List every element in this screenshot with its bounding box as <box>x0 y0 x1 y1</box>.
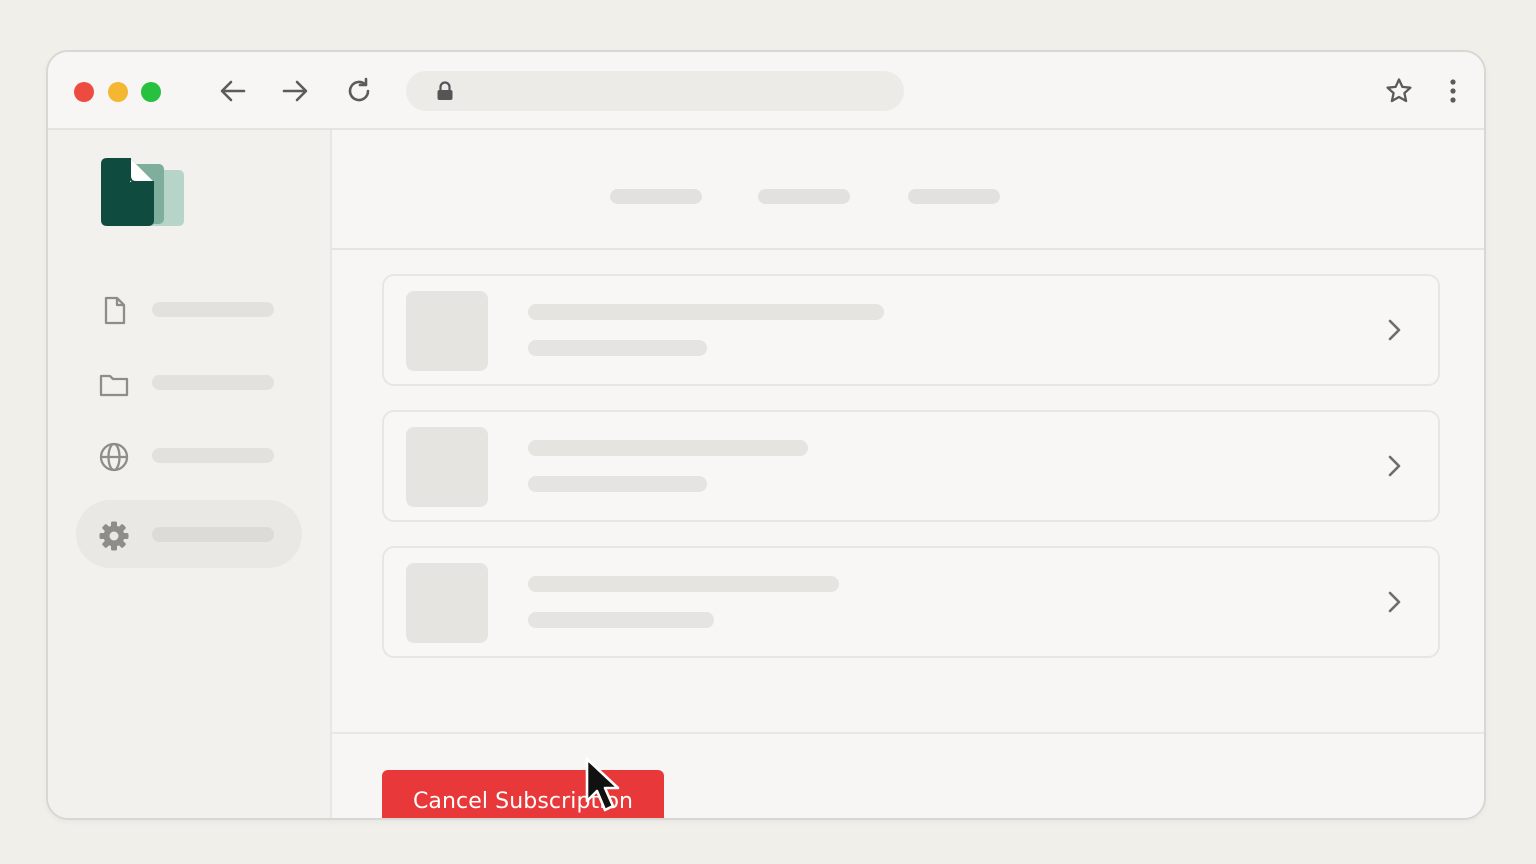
sidebar-item-documents[interactable] <box>76 275 302 343</box>
app-logo <box>100 158 190 230</box>
star-icon[interactable] <box>1384 76 1414 106</box>
sidebar-item-label-placeholder <box>152 448 274 463</box>
item-title-placeholder <box>528 304 884 320</box>
item-title-placeholder <box>528 576 839 592</box>
address-bar[interactable] <box>406 71 904 111</box>
sidebar-item-label-placeholder <box>152 527 274 542</box>
tab-placeholder[interactable] <box>758 189 850 204</box>
sidebar-item-settings[interactable] <box>76 500 302 568</box>
browser-window: Cancel Subscription <box>46 50 1486 820</box>
lock-icon <box>434 80 456 102</box>
mouse-pointer-icon <box>584 756 620 814</box>
sidebar-item-label-placeholder <box>152 375 274 390</box>
item-subtitle-placeholder <box>528 476 707 492</box>
item-subtitle-placeholder <box>528 340 707 356</box>
gear-icon <box>98 520 130 552</box>
reload-icon[interactable] <box>344 76 374 106</box>
tab-placeholder[interactable] <box>610 189 702 204</box>
list-item[interactable] <box>382 546 1440 658</box>
document-icon <box>98 295 130 327</box>
sidebar-item-globe[interactable] <box>76 421 302 489</box>
cancel-subscription-button[interactable]: Cancel Subscription <box>382 770 664 818</box>
item-title-placeholder <box>528 440 808 456</box>
browser-toolbar <box>48 52 1484 130</box>
globe-icon <box>98 441 130 473</box>
sidebar-item-folders[interactable] <box>76 348 302 416</box>
chevron-right-icon <box>1380 588 1408 616</box>
list-item[interactable] <box>382 274 1440 386</box>
chevron-right-icon <box>1380 316 1408 344</box>
minimize-window-button[interactable] <box>108 82 128 102</box>
main-content: Cancel Subscription <box>332 130 1484 818</box>
folder-icon <box>98 368 130 400</box>
list-item[interactable] <box>382 410 1440 522</box>
chevron-right-icon <box>1380 452 1408 480</box>
item-subtitle-placeholder <box>528 612 714 628</box>
back-arrow-icon[interactable] <box>218 76 248 106</box>
item-thumbnail <box>406 291 488 371</box>
item-thumbnail <box>406 563 488 643</box>
footer-divider <box>332 732 1484 734</box>
content-header <box>332 130 1484 250</box>
close-window-button[interactable] <box>74 82 94 102</box>
sidebar-item-label-placeholder <box>152 302 274 317</box>
maximize-window-button[interactable] <box>141 82 161 102</box>
more-vertical-icon[interactable] <box>1438 76 1468 106</box>
item-thumbnail <box>406 427 488 507</box>
tab-placeholder[interactable] <box>908 189 1000 204</box>
sidebar <box>48 130 332 818</box>
forward-arrow-icon[interactable] <box>280 76 310 106</box>
